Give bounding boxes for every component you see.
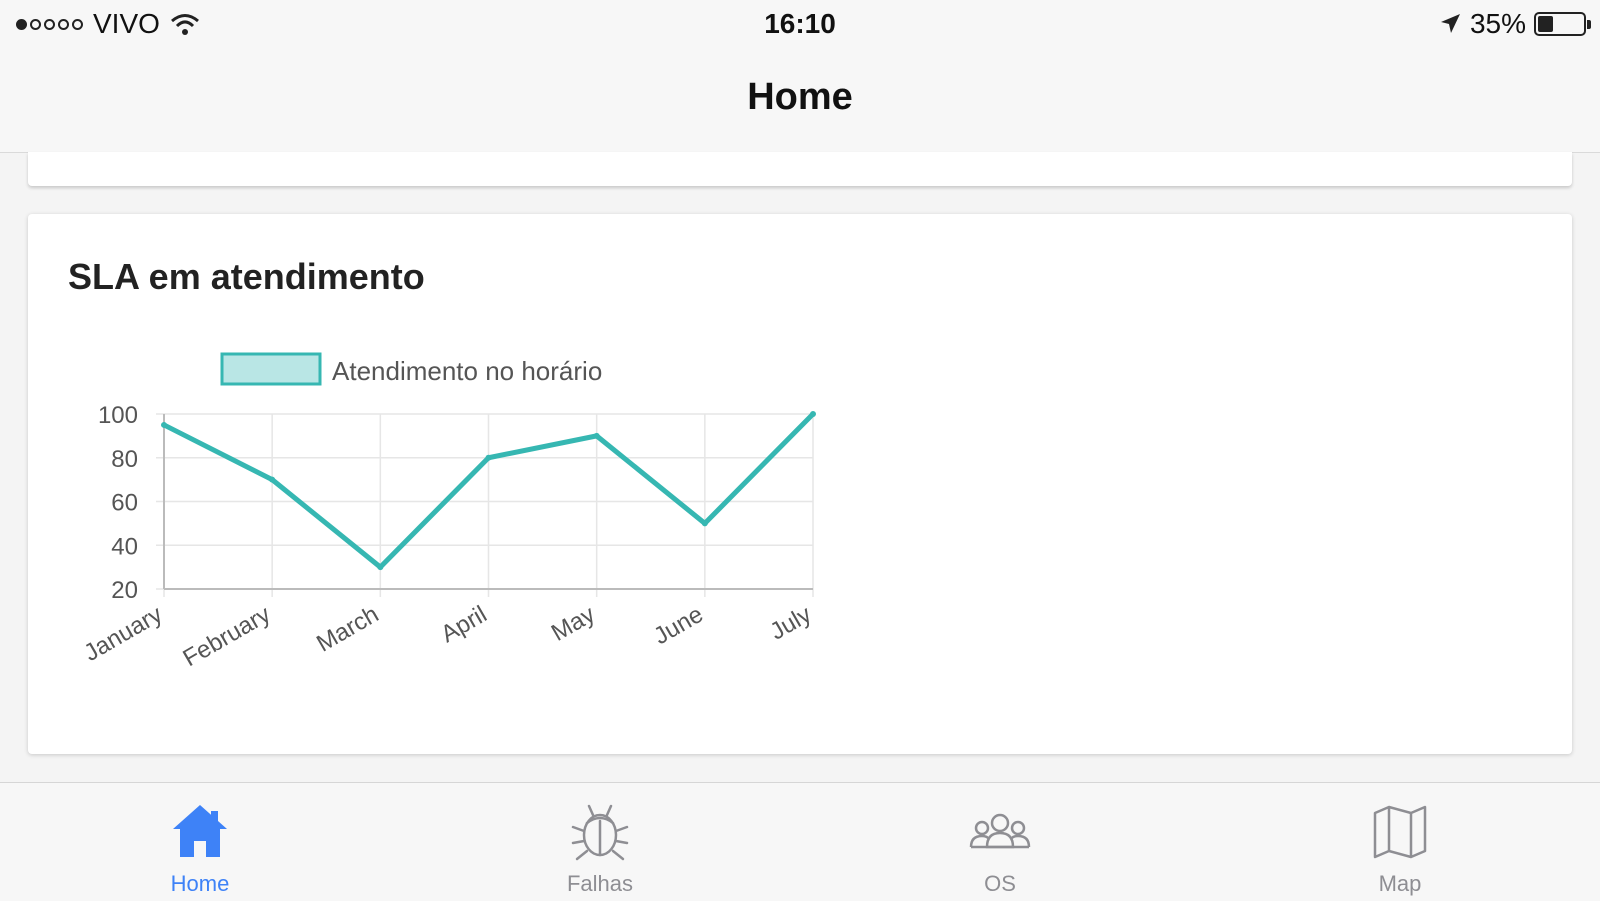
- location-arrow-icon: [1440, 14, 1460, 33]
- page-title: Home: [747, 76, 853, 118]
- tab-falhas-label: Falhas: [566, 871, 634, 896]
- data-point: [593, 432, 600, 439]
- y-tick-label: 40: [111, 533, 138, 560]
- group-icon: [969, 813, 1031, 849]
- bug-icon: [571, 804, 629, 861]
- data-point: [161, 421, 167, 428]
- x-tick-label: June: [649, 601, 708, 650]
- battery-percent: 35%: [1469, 8, 1526, 39]
- tab-os[interactable]: OS: [800, 783, 1200, 901]
- home-icon: [173, 805, 227, 857]
- tab-falhas[interactable]: Falhas: [400, 783, 800, 901]
- y-tick-label: 60: [111, 490, 138, 517]
- x-tick-label: April: [436, 601, 491, 648]
- data-point: [485, 454, 492, 461]
- legend-swatch: [220, 352, 322, 386]
- status-time: 16:10: [764, 8, 836, 39]
- previous-card: [28, 152, 1572, 186]
- tab-os-label: OS: [984, 871, 1016, 896]
- y-tick-label: 20: [111, 577, 138, 604]
- tab-map-label: Map: [1378, 871, 1422, 896]
- legend-label: Atendimento no horário: [332, 356, 602, 386]
- y-tick-label: 100: [98, 402, 138, 429]
- navigation-bar: Home: [0, 50, 1600, 153]
- data-point: [377, 564, 384, 571]
- battery-level: [1538, 16, 1554, 32]
- data-point: [269, 476, 276, 483]
- status-right: 35%: [1438, 8, 1591, 40]
- x-tick-label: February: [178, 601, 275, 672]
- tab-bar: Home Falhas OS Map: [0, 782, 1600, 901]
- y-tick-label: 80: [111, 446, 138, 473]
- sla-line-chart: 100 80 60 40 20January February March April May J…: [80, 352, 816, 672]
- x-tick-label: January: [80, 601, 167, 667]
- x-tick-label: March: [312, 601, 383, 658]
- x-tick-label: July: [766, 601, 816, 646]
- tab-home-label: Home: [170, 871, 230, 896]
- status-bar: VIVO 16:10 35%: [0, 0, 1600, 50]
- map-icon: [1373, 805, 1427, 859]
- data-point: [810, 411, 816, 417]
- sla-card: SLA em atendimento 100 80 60 40 20 January Feb…: [28, 214, 1572, 754]
- tab-map[interactable]: Map: [1200, 783, 1600, 901]
- tab-home[interactable]: Home: [0, 783, 400, 901]
- battery-icon: [1534, 12, 1591, 36]
- data-point: [701, 520, 708, 527]
- x-tick-label: May: [547, 601, 600, 647]
